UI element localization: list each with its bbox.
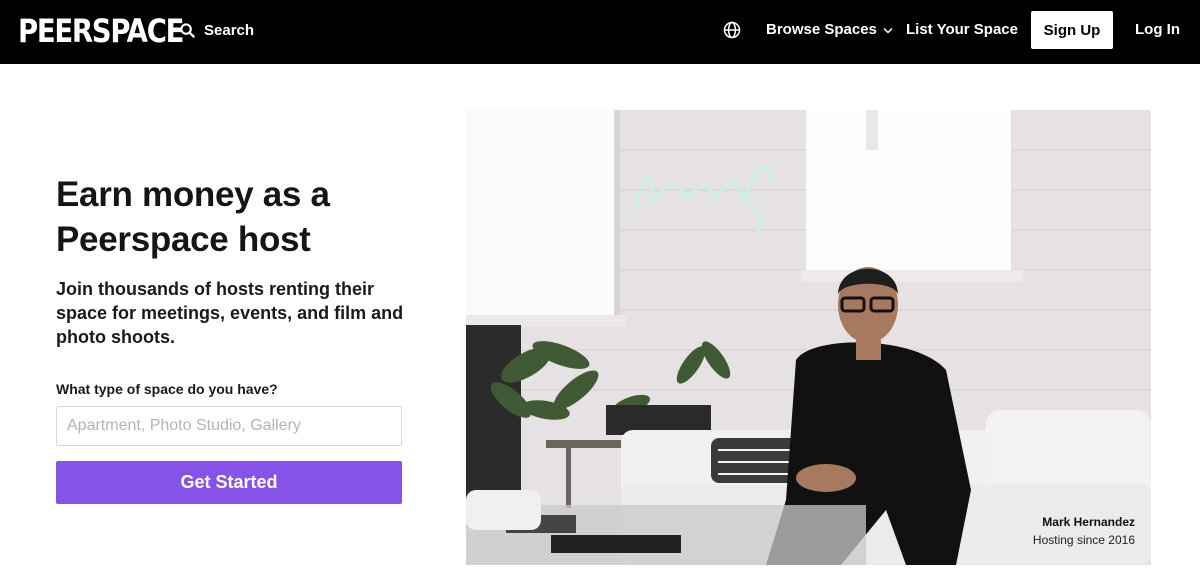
host-caption: Mark Hernandez Hosting since 2016 xyxy=(1033,513,1135,549)
get-started-button[interactable]: Get Started xyxy=(56,461,402,504)
browse-spaces-label: Browse Spaces xyxy=(766,21,877,38)
search-button[interactable]: Search xyxy=(180,20,254,40)
log-in-link[interactable]: Log In xyxy=(1135,20,1180,40)
globe-icon[interactable] xyxy=(722,20,742,40)
browse-spaces-menu[interactable]: Browse Spaces xyxy=(766,20,893,40)
hero-subtext: Join thousands of hosts renting their sp… xyxy=(56,279,404,347)
host-since: Hosting since 2016 xyxy=(1032,533,1135,547)
page-title: Earn money as a Peerspace host xyxy=(56,175,330,259)
search-icon xyxy=(180,22,195,38)
host-name: Mark Hernandez xyxy=(1042,515,1135,529)
host-photo: Mark Hernandez Hosting since 2016 xyxy=(466,110,1151,565)
space-type-label: What type of space do you have? xyxy=(56,381,278,397)
peerspace-logo[interactable]: PEERSPACE xyxy=(18,12,184,50)
search-label: Search xyxy=(204,21,255,39)
list-your-space-link[interactable]: List Your Space xyxy=(906,20,1018,40)
host-photo-illustration xyxy=(466,110,1151,565)
sign-up-button[interactable]: Sign Up xyxy=(1031,11,1113,49)
space-type-input[interactable] xyxy=(56,406,402,446)
chevron-down-icon xyxy=(883,27,893,34)
top-nav: PEERSPACE Search Browse Spaces List Your… xyxy=(0,0,1200,64)
